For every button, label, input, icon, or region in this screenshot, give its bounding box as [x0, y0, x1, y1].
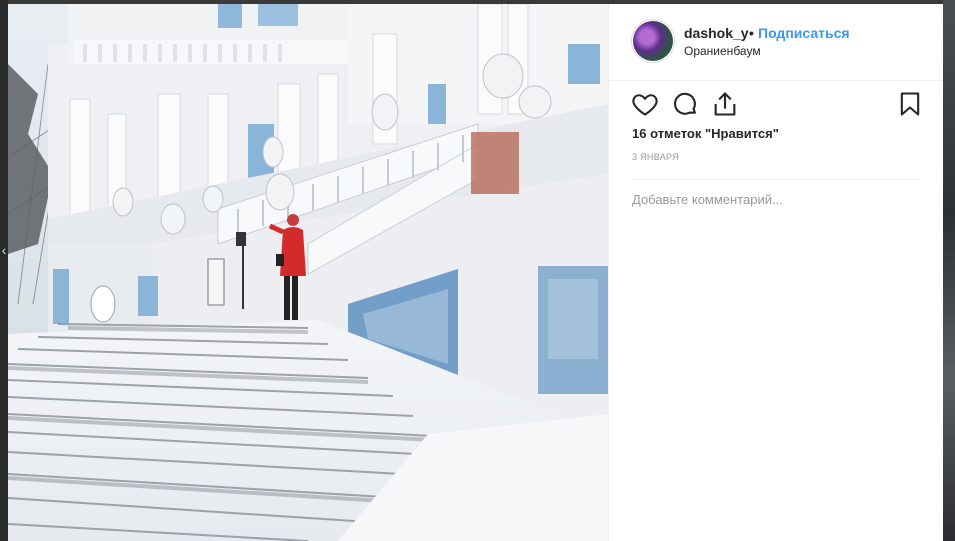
post-date[interactable]: 3 января	[632, 152, 679, 162]
bookmark-icon[interactable]	[896, 90, 924, 118]
share-icon[interactable]	[711, 90, 739, 118]
location-link[interactable]: Ораниенбаум	[684, 44, 761, 58]
backdrop-right	[943, 0, 955, 541]
chevron-left-icon[interactable]: ‹	[0, 240, 8, 260]
comment-bubble-icon[interactable]	[671, 90, 699, 118]
comment-input[interactable]	[632, 190, 920, 208]
heart-icon[interactable]	[631, 90, 659, 118]
backdrop-left	[0, 0, 8, 541]
username-link[interactable]: dashok_y	[684, 25, 749, 41]
avatar[interactable]	[633, 21, 673, 61]
divider	[632, 179, 920, 180]
post-modal: dashok_y • Подписаться Ораниенбаум 16 от…	[8, 4, 943, 541]
post-photo[interactable]	[8, 4, 608, 541]
action-bar	[609, 90, 943, 122]
follow-button[interactable]: Подписаться	[758, 25, 850, 41]
post-side-panel: dashok_y • Подписаться Ораниенбаум 16 от…	[608, 4, 943, 541]
separator-dot: •	[749, 25, 754, 41]
post-header: dashok_y • Подписаться Ораниенбаум	[609, 4, 943, 81]
likes-count[interactable]: 16 отметок "Нравится"	[632, 126, 779, 141]
